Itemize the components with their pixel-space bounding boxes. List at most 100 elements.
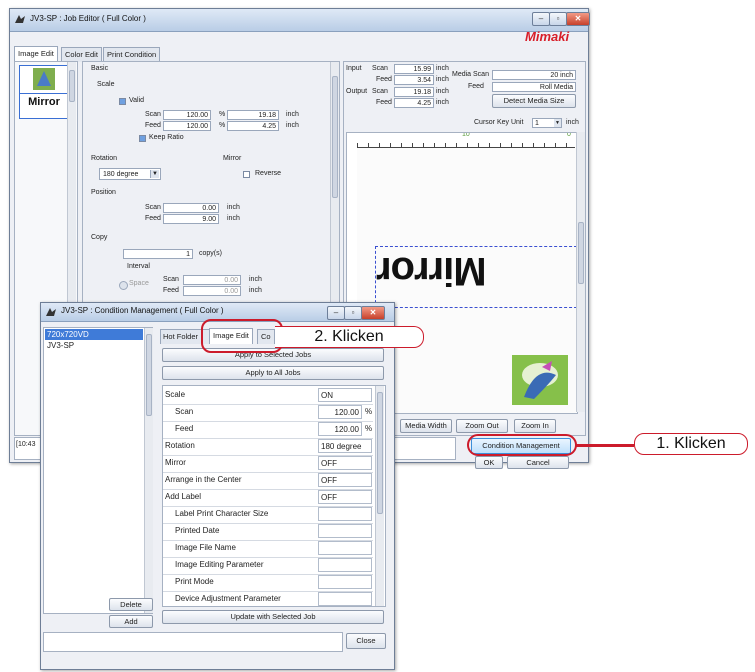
message-field (43, 632, 343, 652)
inch-unit: inch (249, 287, 262, 294)
maximize-button[interactable]: ▫ (549, 12, 567, 26)
property-label: Scan (175, 407, 194, 416)
detect-media-size-button[interactable]: Detect Media Size (492, 94, 576, 108)
callout-step-1: 1. Klicken (634, 433, 748, 455)
callout-step-2: 2. Klicken (275, 326, 424, 348)
copy-count-field[interactable]: 1 (123, 249, 193, 259)
reverse-checkbox[interactable] (243, 171, 250, 178)
brand-logo: Mimaki (525, 29, 570, 44)
property-value[interactable] (318, 558, 372, 572)
condition-management-highlight (467, 434, 577, 456)
list-item[interactable]: JV3-SP (45, 340, 143, 351)
tab-print-condition[interactable]: Print Condition (103, 47, 161, 62)
property-grid-scrollbar[interactable] (375, 386, 384, 606)
property-value[interactable] (318, 592, 372, 606)
tab-color-edit[interactable]: Color Edit (61, 47, 102, 62)
interval-scan-field[interactable]: 0.00 (183, 275, 241, 285)
update-with-selected-job-button[interactable]: Update with Selected Job (162, 610, 384, 624)
property-value[interactable]: OFF (318, 473, 372, 487)
app-icon (46, 308, 56, 316)
valid-checkbox[interactable] (119, 98, 126, 105)
media-feed-field: Roll Media (492, 82, 576, 92)
ok-button[interactable]: OK (475, 456, 503, 469)
scale-feed-percent-field[interactable]: 120.00 (163, 121, 211, 131)
mirror-label: Mirror (223, 155, 242, 162)
output-scan-label: Scan (372, 88, 388, 95)
property-label: Print Mode (175, 577, 214, 586)
property-value[interactable]: OFF (318, 456, 372, 470)
chevron-down-icon: ▼ (554, 119, 561, 127)
property-label: Mirror (165, 458, 186, 467)
zoom-in-button[interactable]: Zoom In (514, 419, 556, 433)
input-feed-label: Feed (376, 76, 392, 83)
tab-image-edit[interactable]: Image Edit (14, 46, 58, 62)
media-width-button[interactable]: Media Width (400, 419, 452, 433)
maximize-button[interactable]: ▫ (344, 306, 362, 320)
property-value[interactable]: 120.00 (318, 405, 362, 419)
property-label: Feed (175, 424, 194, 433)
property-value[interactable]: ON (318, 388, 372, 402)
property-unit: % (365, 424, 373, 433)
condition-list-scrollbar[interactable] (144, 328, 153, 613)
property-label: Label Print Character Size (175, 509, 269, 518)
zoom-out-button[interactable]: Zoom Out (456, 419, 508, 433)
scale-scan-percent-field[interactable]: 120.00 (163, 110, 211, 120)
ruler (357, 137, 575, 148)
property-label: Add Label (165, 492, 202, 501)
property-value[interactable] (318, 575, 372, 589)
cursor-unit-value: 1 (535, 120, 539, 127)
inch-unit: inch (227, 215, 240, 222)
media-scan-field: 20 inch (492, 70, 576, 80)
interval-label: Interval (127, 263, 150, 270)
inch-unit: inch (436, 88, 449, 95)
cancel-button[interactable]: Cancel (507, 456, 569, 469)
close-button[interactable]: ✕ (361, 306, 385, 320)
list-item[interactable]: 720x720VD (45, 329, 143, 340)
scale-scan-inch-field[interactable]: 19.18 (227, 110, 279, 120)
condition-property-grid: Scale ON Scan 120.00% Feed 120.00% Rotation 180… (162, 385, 386, 607)
inch-unit: inch (227, 204, 240, 211)
inch-unit: inch (566, 119, 579, 126)
media-scan-label: Media Scan (452, 71, 489, 78)
rotation-select[interactable]: 180 degree ▼ (99, 168, 161, 180)
condition-list: 720x720VD JV3-SP (43, 327, 153, 614)
copy-label: Copy (91, 234, 108, 241)
inch-unit: inch (436, 99, 449, 106)
property-value[interactable] (318, 541, 372, 555)
position-feed-field[interactable]: 9.00 (163, 214, 219, 224)
close-dialog-button[interactable]: Close (346, 633, 386, 649)
property-value[interactable] (318, 507, 372, 521)
callout-line (576, 444, 634, 447)
table-row[interactable]: Device Adjustment Parameter (163, 590, 373, 606)
property-value[interactable]: OFF (318, 490, 372, 504)
space-radio[interactable] (119, 281, 128, 290)
space-label: Space (129, 280, 149, 287)
property-value[interactable]: 180 degree (318, 439, 372, 453)
property-value[interactable] (318, 524, 372, 538)
minimize-button[interactable]: – (327, 306, 345, 320)
basic-label: Basic (91, 65, 109, 72)
ruler-mark-10: 10 (462, 132, 470, 138)
preview-scrollbar[interactable] (576, 132, 585, 412)
media-feed-label: Feed (468, 83, 484, 90)
scale-feed-inch-field[interactable]: 4.25 (227, 121, 279, 131)
add-button[interactable]: Add (109, 615, 153, 628)
input-feed-field: 3.54 (394, 75, 434, 85)
cursor-key-unit-select[interactable]: 1 ▼ (532, 118, 562, 128)
minimize-button[interactable]: – (532, 12, 550, 26)
keep-ratio-checkbox[interactable] (139, 135, 146, 142)
output-feed-label: Feed (376, 99, 392, 106)
input-scan-field: 15.99 (394, 64, 434, 74)
apply-to-all-jobs-button[interactable]: Apply to All Jobs (162, 366, 384, 380)
property-value[interactable]: 120.00 (318, 422, 362, 436)
job-thumbnail[interactable]: Mirror (19, 65, 69, 119)
job-editor-titlebar[interactable]: JV3-SP : Job Editor ( Full Color ) – ▫ ✕ (10, 9, 590, 32)
close-button[interactable]: ✕ (566, 12, 590, 26)
tab-hot-folder-part: Hot Fo (163, 332, 186, 341)
property-label: Image Editing Parameter (175, 560, 264, 569)
pct-unit: % (219, 111, 226, 118)
valid-label: Valid (129, 97, 145, 104)
delete-button[interactable]: Delete (109, 598, 153, 611)
position-scan-field[interactable]: 0.00 (163, 203, 219, 213)
interval-feed-field[interactable]: 0.00 (183, 286, 241, 296)
